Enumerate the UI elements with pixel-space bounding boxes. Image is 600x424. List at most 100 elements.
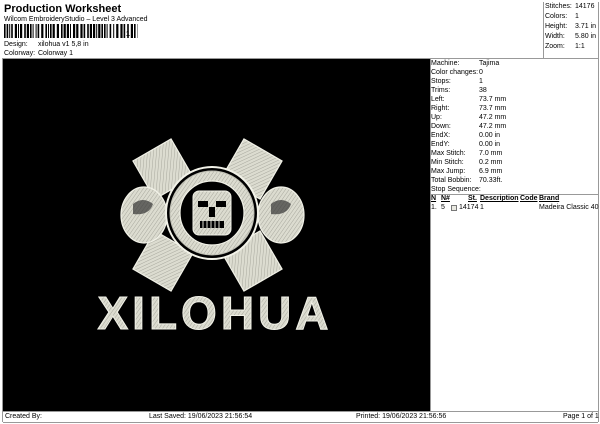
barcode-bar: [11, 24, 13, 38]
machine-info-value: 47.2 mm: [479, 123, 507, 130]
worksheet-title: Production Worksheet: [4, 3, 122, 15]
machine-info-row: Max Stitch: 7.0 mm: [431, 149, 598, 158]
stat-height: Height: 3.71 in: [545, 23, 597, 30]
barcode-bar: [30, 24, 32, 38]
barcode-bar: [113, 24, 115, 38]
design-value: xilohua v1 5,8 in: [38, 41, 89, 48]
col-stitches: St.: [468, 195, 477, 202]
colorway-row: Colorway: Colorway 1: [4, 50, 73, 57]
barcode-bar: [61, 24, 63, 38]
machine-info-row: Stops: 1: [431, 77, 598, 86]
stat-stitches: Stitches: 14176: [545, 3, 595, 10]
barcode-bar: [9, 24, 11, 38]
barcode-bar: [106, 24, 108, 38]
col-n: N: [431, 195, 437, 202]
barcode-bar: [32, 24, 34, 38]
barcode-bar: [104, 24, 106, 38]
bottom-border: [3, 422, 598, 423]
machine-info-row: Min Stitch: 0.2 mm: [431, 158, 598, 167]
stop-sequence-label: Stop Sequence:: [431, 186, 481, 193]
col-code: Code: [520, 195, 538, 202]
barcode-bar: [98, 24, 101, 38]
barcode-bar: [20, 24, 23, 38]
barcode-bar: [109, 24, 112, 38]
machine-info-value: 38: [479, 87, 487, 94]
right-border: [598, 2, 599, 422]
barcode-bar: [45, 24, 47, 38]
barcode-bar: [83, 24, 86, 38]
created-by: Created By:: [5, 413, 42, 420]
barcode-bar: [76, 24, 79, 38]
machine-info-panel: Machine: Tajima Color changes:0 Stops: 1 Trim…: [431, 59, 598, 185]
machine-info-row: Color changes:0: [431, 68, 598, 77]
machine-info-row: Up: 47.2 mm: [431, 113, 598, 122]
barcode-bar: [66, 24, 69, 38]
machine-info-row: Right: 73.7 mm: [431, 104, 598, 113]
page-number: Page 1 of 1: [563, 413, 599, 420]
machine-info-value: 73.7 mm: [479, 105, 507, 112]
barcode-bar: [123, 24, 126, 38]
machine-info-value: 0.00 in: [479, 141, 501, 148]
printed-date: Printed: 19/06/2023 21:56:56: [356, 413, 447, 420]
machine-info-label: Color changes:: [431, 69, 479, 76]
stat-colors: Colors: 1: [545, 13, 579, 20]
colorway-value: Colorway 1: [38, 50, 74, 57]
barcode-bar: [56, 24, 59, 38]
barcode-digit: 1: [126, 31, 130, 38]
machine-info-label: Total Bobbin:: [431, 177, 472, 184]
barcode-bar: [63, 24, 66, 38]
machine-info-row: Left: 73.7 mm: [431, 95, 598, 104]
barcode-bar: [120, 24, 123, 38]
barcode-bar: [26, 24, 29, 38]
embroidery-artwork: XILOHUA: [97, 138, 333, 340]
barcode-bar: [87, 24, 89, 38]
machine-info-value: 70.33ft.: [479, 177, 503, 184]
barcode-bar: [6, 24, 9, 38]
barcode-bar: [93, 24, 96, 38]
barcode-bar: [130, 24, 133, 38]
artwork-text: XILOHUA: [98, 287, 333, 339]
thread-color-swatch: [451, 205, 457, 211]
machine-info-label: Max Jump:: [431, 168, 466, 175]
machine-info-value: 1: [479, 78, 483, 85]
design-label: Design:: [4, 41, 28, 48]
col-brand: Brand: [539, 195, 560, 202]
machine-info-row: EndY: 0.00 in: [431, 140, 598, 149]
stat-width: Width: 5.80 in: [545, 33, 597, 40]
barcode-bar: [73, 24, 76, 38]
machine-info-row: EndX: 0.00 in: [431, 131, 598, 140]
barcode-bar: [14, 24, 17, 38]
design-row: Design: xilohua v1 5,8 in: [4, 41, 89, 48]
machine-info-value: 7.0 mm: [479, 150, 503, 157]
machine-info-row: Trims: 38: [431, 86, 598, 95]
aztec-sun-emblem: [120, 138, 305, 292]
machine-info-label: Min Stitch:: [431, 159, 464, 166]
machine-info-value: 73.7 mm: [479, 96, 507, 103]
barcode-bar: [101, 24, 103, 38]
barcode-bar: [89, 24, 92, 38]
machine-info-label: Machine:: [431, 60, 460, 67]
machine-info-row: Down: 47.2 mm: [431, 122, 598, 131]
summary-stats: Stitches: 14176 Colors: 1 Height: 3.71 in W…: [545, 2, 598, 52]
machine-info-label: Left:: [431, 96, 445, 103]
barcode-bar: [116, 24, 119, 38]
col-needle: N#: [441, 195, 450, 202]
machine-info-value: 6.9 mm: [479, 168, 503, 175]
machine-info-label: Down:: [431, 123, 451, 130]
barcode-bar: [96, 24, 98, 38]
barcode-bar: [41, 24, 44, 38]
barcode: [4, 24, 138, 38]
machine-info-value: 47.2 mm: [479, 114, 507, 121]
barcode-bar: [52, 24, 55, 38]
footer: Created By: Last Saved: 19/06/2023 21:56…: [3, 412, 599, 422]
machine-info-row: Total Bobbin: 70.33ft.: [431, 176, 598, 185]
barcode-bar: [37, 24, 40, 38]
barcode-bar: [70, 24, 71, 38]
last-saved: Last Saved: 19/06/2023 21:56:54: [149, 413, 253, 420]
barcode-bar: [80, 24, 83, 38]
barcode-bar: [134, 24, 136, 38]
design-preview: XILOHUA: [3, 59, 430, 411]
machine-info-value: 0.2 mm: [479, 159, 503, 166]
machine-info-label: Trims:: [431, 87, 451, 94]
machine-info-label: Up:: [431, 114, 442, 121]
